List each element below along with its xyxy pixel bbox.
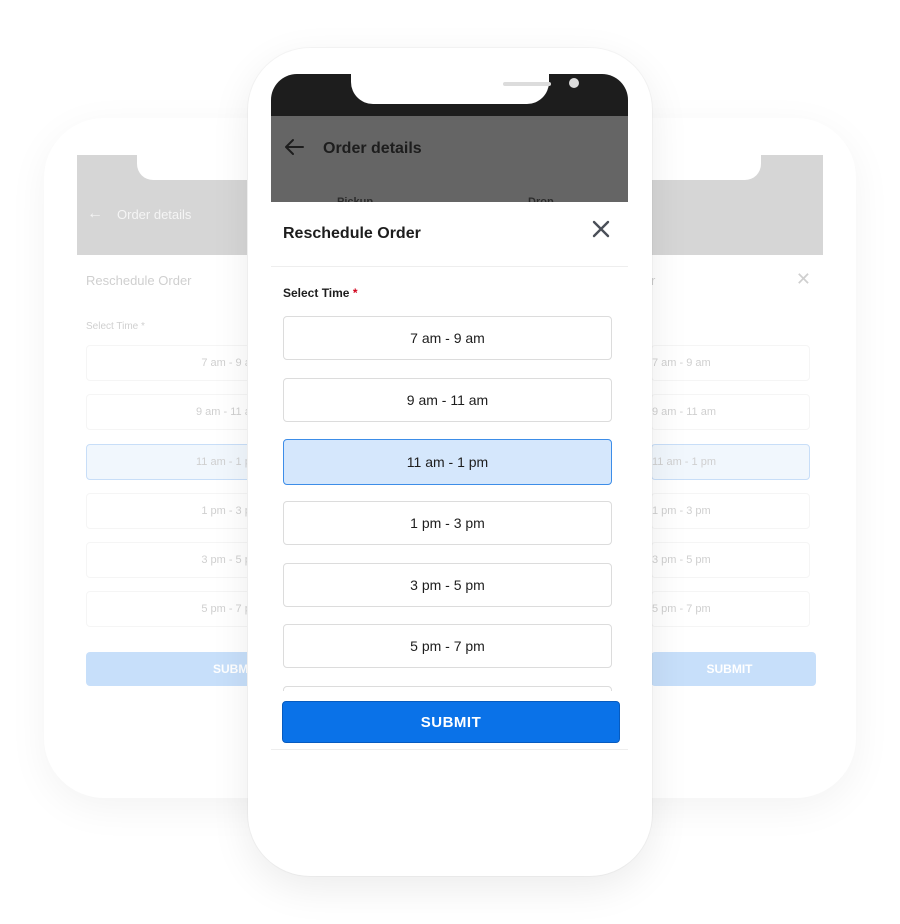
modal-divider <box>271 266 628 267</box>
required-mark: * <box>352 286 358 300</box>
bg-left-slot: 7 am - 9 am <box>86 345 247 381</box>
select-time-text: Select Time <box>283 286 350 300</box>
bg-right-slot: 11 am - 1 pm <box>651 444 810 480</box>
bg-left-slot: 1 pm - 3 pm <box>86 493 247 529</box>
bg-left-submit: SUBMIT <box>86 652 247 686</box>
bg-left-header: ← Order details <box>77 155 247 255</box>
back-arrow-icon[interactable] <box>283 136 305 164</box>
bg-right-notch <box>651 155 761 180</box>
reschedule-modal: Reschedule Order Select Time * 7 am - 9 … <box>271 202 628 750</box>
phone-notch <box>351 74 579 104</box>
background-screen-left: ← Order details Reschedule Order Select … <box>77 155 247 695</box>
bg-right-slot: 7 am - 9 am <box>651 345 810 381</box>
bg-right-slot: 5 pm - 7 pm <box>651 591 810 627</box>
bg-left-slot: 5 pm - 7 pm <box>86 591 247 627</box>
bg-right-sheet: r ✕ 7 am - 9 am 9 am - 11 am 11 am - 1 p… <box>651 255 823 695</box>
time-slot-option-selected[interactable]: 11 am - 1 pm <box>283 439 612 485</box>
bg-right-slot: 9 am - 11 am <box>651 394 810 430</box>
bg-right-slot: 1 pm - 3 pm <box>651 493 810 529</box>
bg-left-slot: 9 am - 11 am <box>86 394 247 430</box>
time-slot-option[interactable]: 3 pm - 5 pm <box>283 563 612 607</box>
bg-right-header <box>651 155 823 255</box>
background-screen-right: r ✕ 7 am - 9 am 9 am - 11 am 11 am - 1 p… <box>651 155 823 695</box>
bg-left-sheet: Reschedule Order Select Time * 7 am - 9 … <box>77 255 247 695</box>
bg-right-submit: SUBMIT <box>651 652 816 686</box>
bg-left-modal-title: Reschedule Order <box>86 273 192 288</box>
modal-title: Reschedule Order <box>283 225 421 242</box>
camera <box>569 78 579 88</box>
bg-left-slot: 3 pm - 5 pm <box>86 542 247 578</box>
bg-left-slot: 11 am - 1 pm <box>86 444 247 480</box>
select-time-label: Select Time * <box>283 286 358 300</box>
bg-right-slot: 3 pm - 5 pm <box>651 542 810 578</box>
bg-right-close-icon: ✕ <box>795 269 811 289</box>
submit-button[interactable]: SUBMIT <box>282 701 620 743</box>
speaker <box>503 82 551 86</box>
phone-screen: Order details Pickup Drop Reschedule Ord… <box>271 74 628 750</box>
time-slot-option[interactable]: 1 pm - 3 pm <box>283 501 612 545</box>
bg-left-back-icon: ← <box>87 205 103 222</box>
time-slot-option[interactable]: 5 pm - 7 pm <box>283 624 612 668</box>
time-slot-option[interactable]: 9 am - 11 am <box>283 378 612 422</box>
close-svg <box>592 220 610 238</box>
page-title: Order details <box>323 140 422 157</box>
bg-left-select-label: Select Time * <box>86 321 145 332</box>
bg-left-header-title: Order details <box>117 207 192 222</box>
bg-left-notch <box>137 155 247 180</box>
close-icon[interactable] <box>590 218 612 240</box>
app-header: Order details Pickup Drop <box>271 116 628 208</box>
time-slot-option[interactable]: 7 am - 9 am <box>283 316 612 360</box>
back-arrow-svg <box>285 139 304 155</box>
